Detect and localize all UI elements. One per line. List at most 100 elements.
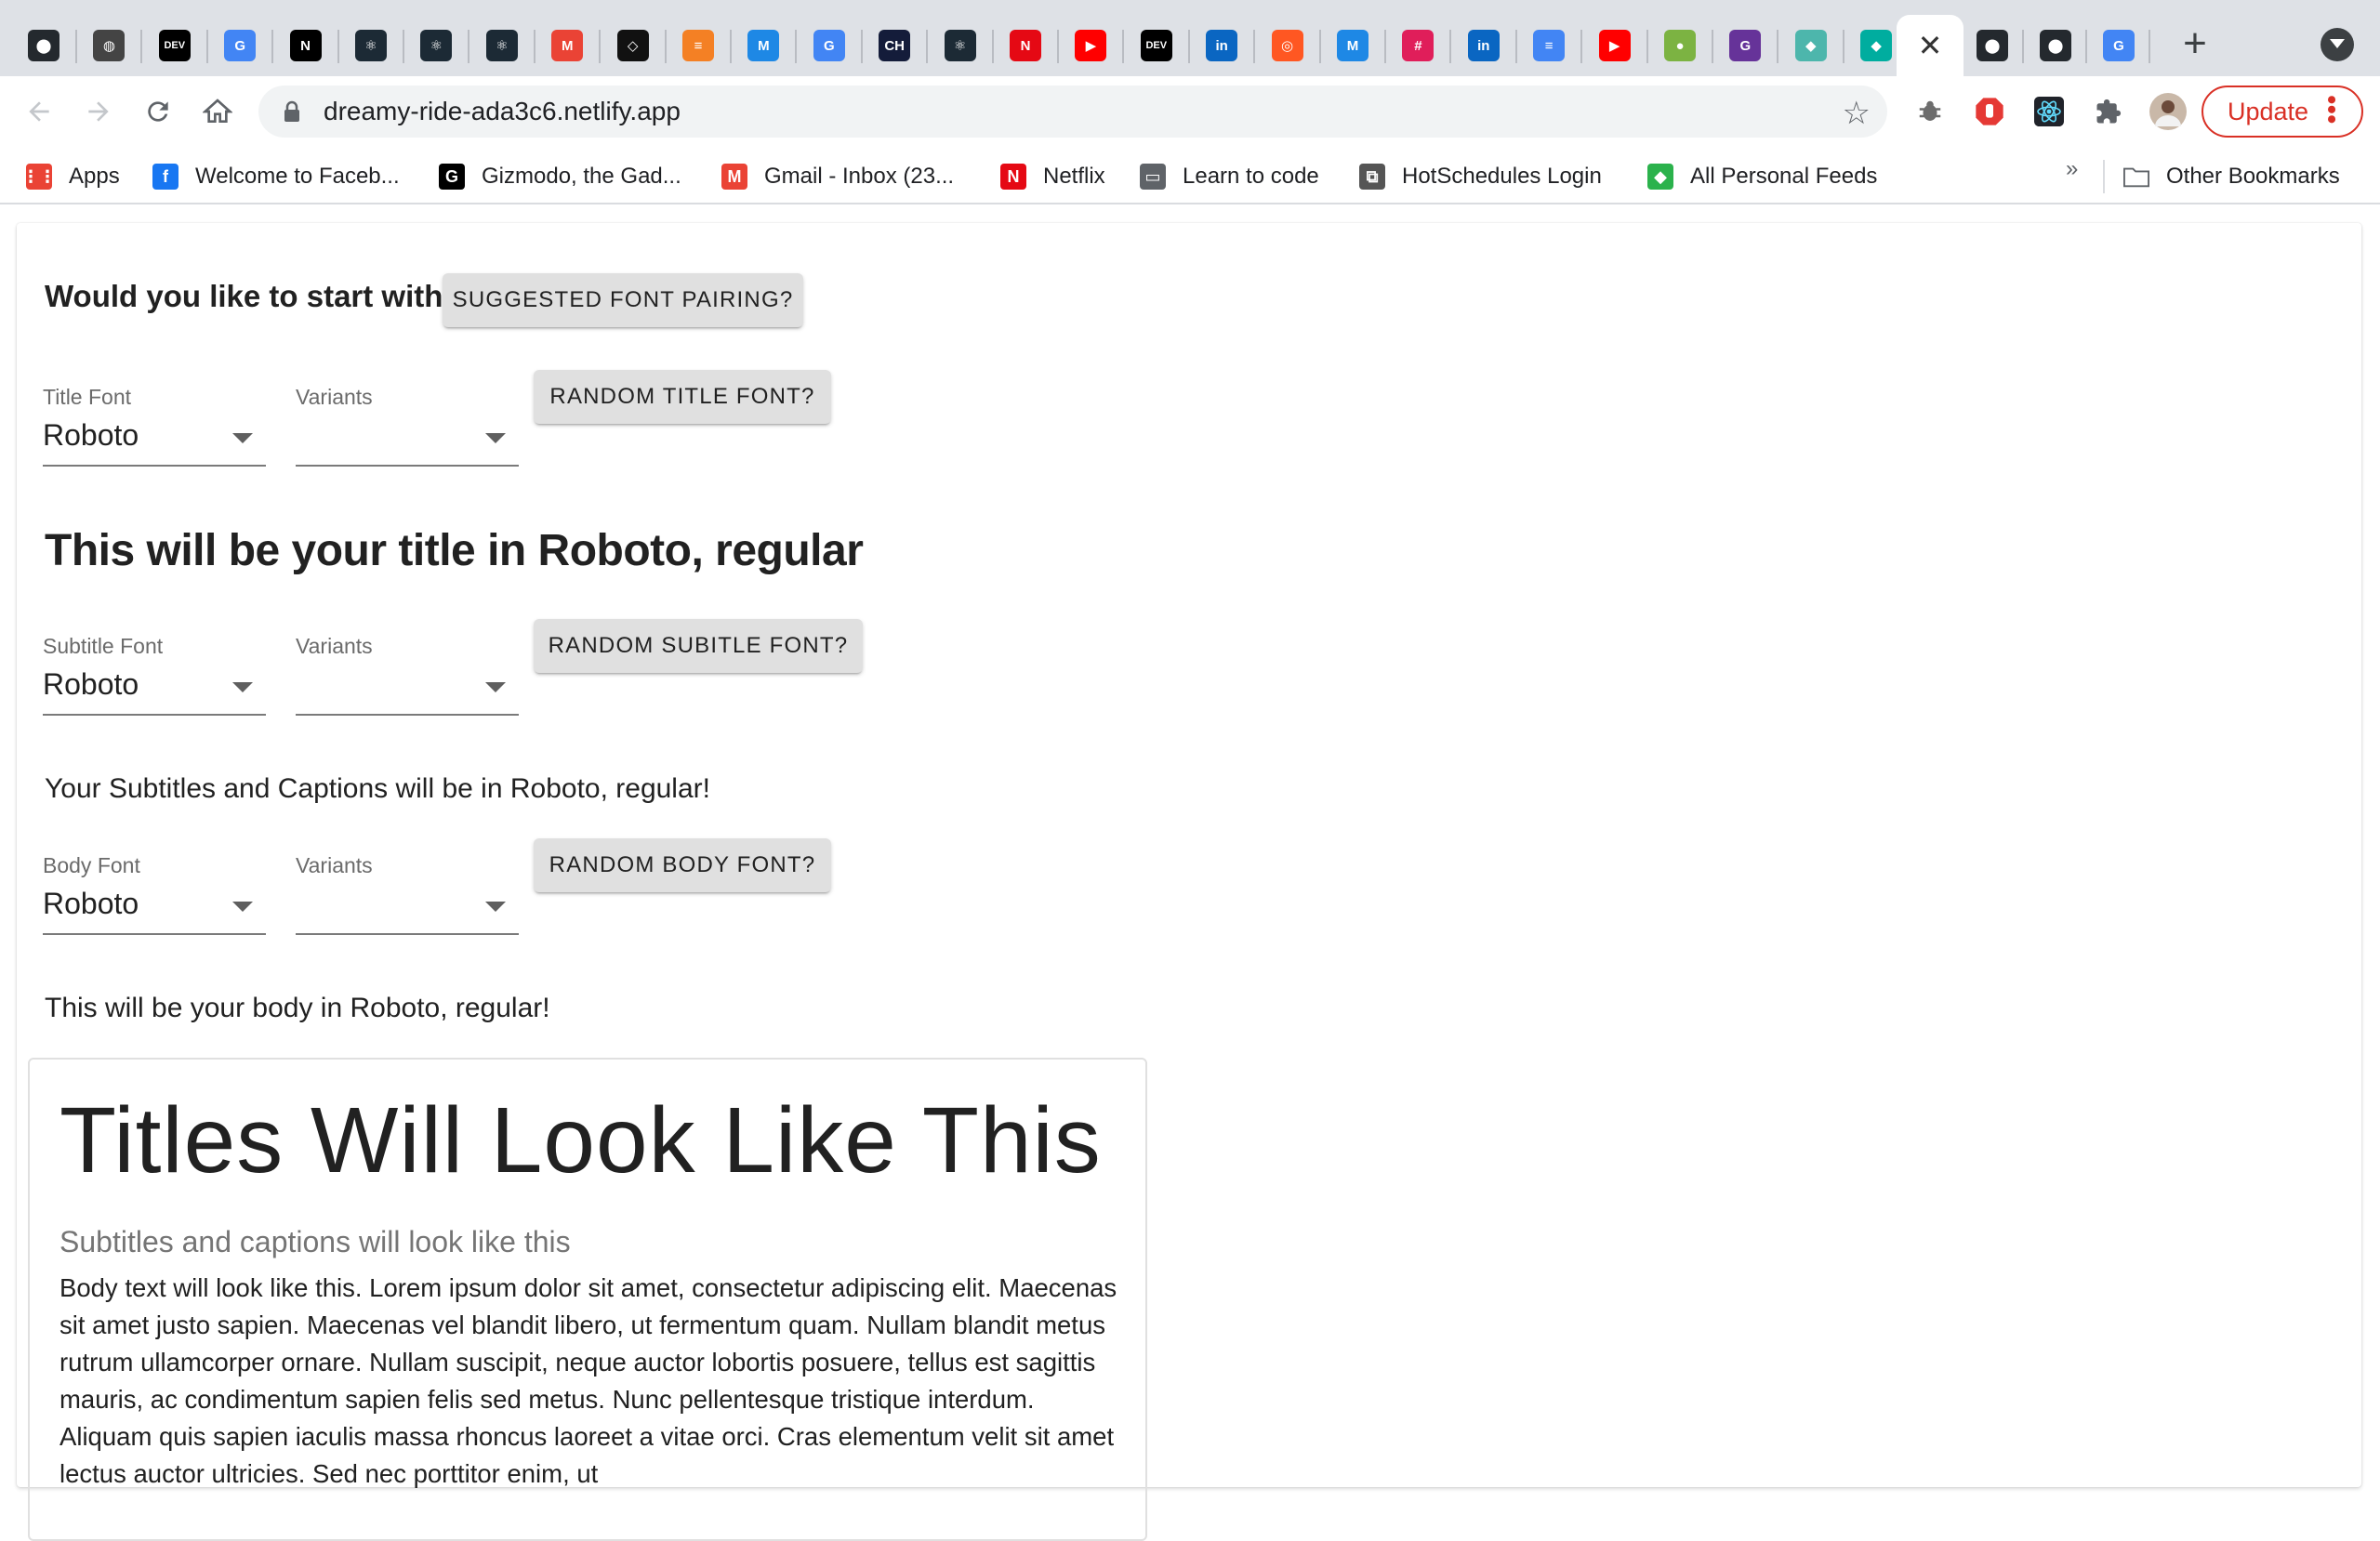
- browser-tab[interactable]: #: [1385, 18, 1450, 73]
- random-subtitle-font-button[interactable]: RANDOM SUBITLE FONT?: [534, 619, 863, 673]
- dropdown-caret-icon[interactable]: [232, 433, 253, 443]
- dropdown-caret-icon[interactable]: [232, 902, 253, 912]
- browser-tab[interactable]: ◎: [1255, 18, 1320, 73]
- bookmark-item[interactable]: ⧉ HotSchedules Login: [1359, 158, 1602, 195]
- browser-tab[interactable]: DEV: [142, 18, 207, 73]
- globe-icon: ◍: [93, 30, 126, 61]
- browser-tab[interactable]: ⬤: [11, 18, 76, 73]
- react-icon: ⚛: [355, 30, 387, 61]
- menu-dots-icon[interactable]: •••: [2316, 95, 2347, 125]
- address-bar[interactable]: dreamy-ride-ada3c6.netlify.app ☆: [258, 86, 1887, 138]
- bookmark-item[interactable]: ▭ Learn to code: [1140, 158, 1319, 195]
- browser-tab[interactable]: ▶: [1582, 18, 1647, 73]
- diamond-app-icon: ◆: [1794, 30, 1827, 61]
- browser-tab[interactable]: ▶: [1058, 18, 1123, 73]
- browser-tab[interactable]: ⚛: [928, 18, 993, 73]
- browser-tab[interactable]: ≡: [666, 18, 731, 73]
- browser-tab[interactable]: N: [273, 18, 338, 73]
- bookmark-item[interactable]: G Gizmodo, the Gad...: [439, 158, 681, 195]
- browser-tab[interactable]: ⚛: [403, 18, 469, 73]
- card-subtitle: Subtitles and captions will look like th…: [60, 1225, 571, 1258]
- bookmarks-overflow-icon[interactable]: »: [2066, 156, 2078, 182]
- dropdown-caret-icon[interactable]: [485, 902, 506, 912]
- subtitle-font-value[interactable]: Roboto: [43, 667, 139, 702]
- browser-tab[interactable]: in: [1189, 18, 1254, 73]
- slack-icon: #: [1402, 30, 1435, 61]
- bookmark-item[interactable]: ⋮⋮ Apps: [22, 158, 120, 195]
- react-devtools-icon[interactable]: [2029, 91, 2069, 132]
- body-font-select[interactable]: Body Font Roboto: [43, 853, 266, 946]
- body-preview: This will be your body in Roboto, regula…: [45, 993, 550, 1023]
- bug-extension-icon[interactable]: [1910, 91, 1950, 132]
- browser-tab[interactable]: ⬤: [1960, 18, 2025, 73]
- dev-to-icon: DEV: [158, 30, 191, 61]
- browser-tab[interactable]: ⚛: [338, 18, 403, 73]
- browser-tab[interactable]: M: [1320, 18, 1385, 73]
- browser-tab[interactable]: G: [2086, 18, 2151, 73]
- apps-icon: ⋮⋮: [22, 164, 56, 190]
- browser-tab[interactable]: ⬤: [2023, 18, 2088, 73]
- linkedin-icon: in: [1467, 30, 1500, 61]
- subtitle-variants-select[interactable]: Variants: [296, 634, 519, 727]
- select-underline: [296, 465, 519, 467]
- browser-tab[interactable]: CH: [862, 18, 927, 73]
- random-body-font-button[interactable]: RANDOM BODY FONT?: [534, 838, 831, 892]
- dev-to-icon: DEV: [1140, 30, 1172, 61]
- bookmark-item[interactable]: f Welcome to Faceb...: [152, 158, 400, 195]
- adblock-icon[interactable]: [1969, 91, 2010, 132]
- title-font-value[interactable]: Roboto: [43, 418, 139, 453]
- random-title-font-button[interactable]: RANDOM TITLE FONT?: [534, 370, 831, 424]
- suggested-pairing-button[interactable]: SUGGESTED FONT PAIRING?: [443, 273, 803, 327]
- dropdown-caret-icon[interactable]: [232, 682, 253, 692]
- bookmark-star-icon[interactable]: ☆: [1843, 95, 1871, 132]
- linkedin-icon: in: [1206, 30, 1238, 61]
- update-button[interactable]: Update •••: [2202, 86, 2363, 138]
- browser-tab[interactable]: ⚛: [469, 18, 535, 73]
- bookmark-item[interactable]: ◆ All Personal Feeds: [1647, 158, 1877, 195]
- forward-arrow-icon[interactable]: [76, 89, 121, 134]
- body-font-value[interactable]: Roboto: [43, 887, 139, 921]
- dropdown-caret-icon[interactable]: [485, 433, 506, 443]
- browser-tab[interactable]: G: [207, 18, 272, 73]
- bookmark-label: Welcome to Faceb...: [195, 164, 400, 189]
- browser-tab[interactable]: ◇: [601, 18, 666, 73]
- title-variants-select[interactable]: Variants: [296, 385, 519, 478]
- subtitle-font-select[interactable]: Subtitle Font Roboto: [43, 634, 266, 727]
- home-icon[interactable]: [195, 89, 240, 134]
- reload-icon[interactable]: [136, 89, 180, 134]
- close-tab-icon[interactable]: ✕: [1918, 31, 1943, 60]
- other-bookmarks[interactable]: Other Bookmarks: [2123, 158, 2340, 195]
- suggestion-question: Would you like to start with a: [45, 279, 469, 313]
- back-arrow-icon[interactable]: [17, 89, 61, 134]
- url-text[interactable]: dreamy-ride-ada3c6.netlify.app: [324, 97, 681, 126]
- profile-avatar[interactable]: [2148, 91, 2188, 132]
- browser-tab[interactable]: M: [535, 18, 600, 73]
- title-font-select[interactable]: Title Font Roboto: [43, 385, 266, 478]
- extensions-puzzle-icon[interactable]: [2088, 91, 2129, 132]
- body-font-label: Body Font: [43, 853, 140, 877]
- browser-tab[interactable]: ◍: [76, 18, 141, 73]
- browser-tab[interactable]: M: [731, 18, 796, 73]
- title-preview: This will be your title in Roboto, regul…: [45, 526, 864, 575]
- bookmark-label: Gmail - Inbox (23...: [764, 164, 955, 189]
- lock-icon[interactable]: [283, 100, 301, 127]
- browser-tab[interactable]: G: [1712, 18, 1778, 73]
- active-tab[interactable]: ✕: [1897, 15, 1964, 76]
- new-tab-button[interactable]: +: [2174, 20, 2216, 66]
- bookmark-item[interactable]: M Gmail - Inbox (23...: [721, 158, 954, 195]
- tab-search-icon[interactable]: [2320, 28, 2354, 61]
- bookmark-item[interactable]: N Netflix: [1000, 158, 1105, 195]
- body-variants-select[interactable]: Variants: [296, 853, 519, 946]
- dropdown-caret-icon[interactable]: [485, 682, 506, 692]
- browser-tab[interactable]: ◆: [1778, 18, 1844, 73]
- browser-tab[interactable]: in: [1451, 18, 1516, 73]
- browser-tab[interactable]: ≡: [1516, 18, 1581, 73]
- browser-tab[interactable]: G: [797, 18, 862, 73]
- browser-tab[interactable]: DEV: [1124, 18, 1189, 73]
- github-icon: ⬤: [28, 30, 60, 61]
- github-icon: ⬤: [2040, 30, 2071, 61]
- youtube-icon: ▶: [1598, 30, 1631, 61]
- browser-tab[interactable]: ●: [1647, 18, 1712, 73]
- browser-tab[interactable]: N: [993, 18, 1058, 73]
- gmail-icon: M: [551, 30, 584, 61]
